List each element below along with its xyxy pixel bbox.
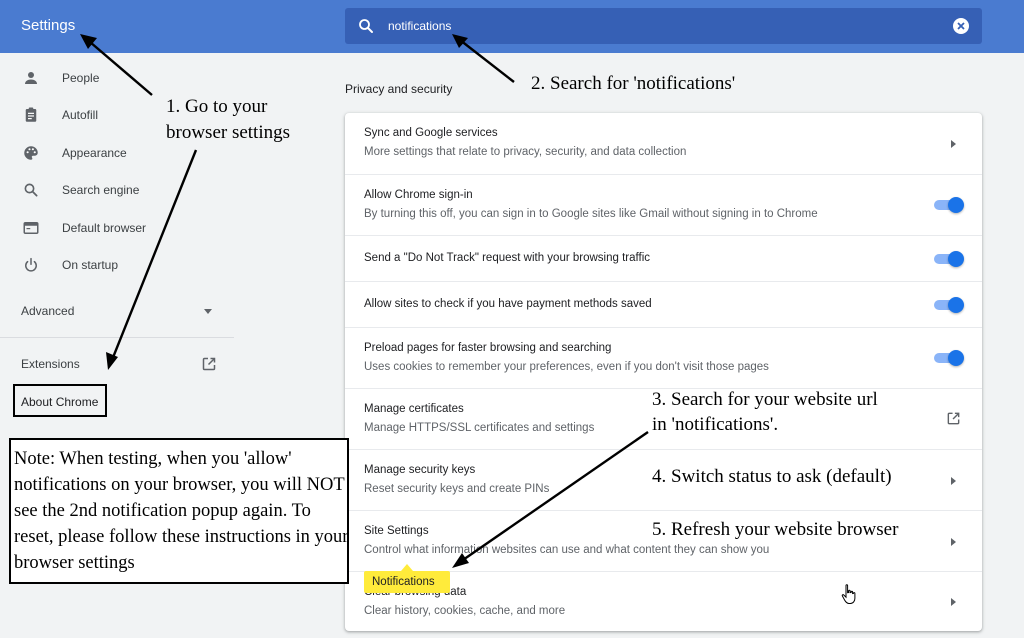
chevron-right-icon[interactable] xyxy=(951,140,956,148)
row-subtitle: Reset security keys and create PINs xyxy=(364,483,550,495)
row-subtitle: Manage HTTPS/SSL certificates and settin… xyxy=(364,422,595,434)
row-title: Site Settings xyxy=(364,525,429,537)
browser-window-icon xyxy=(23,222,39,234)
notifications-highlight-label[interactable]: Notifications xyxy=(372,576,435,588)
annotation-note-box: Note: When testing, when you 'allow' not… xyxy=(9,438,349,584)
annotation-step3-line1: 3. Search for your website url xyxy=(652,389,878,410)
row-payment-methods: Allow sites to check if you have payment… xyxy=(345,281,982,328)
search-icon xyxy=(359,19,373,33)
person-icon xyxy=(25,72,37,84)
annotation-note-text: Note: When testing, when you 'allow' not… xyxy=(14,449,349,573)
section-title: Privacy and security xyxy=(345,82,453,96)
clear-search-icon[interactable] xyxy=(953,18,969,34)
sidebar-item-label: Search engine xyxy=(62,183,140,197)
privacy-settings-card: Sync and Google services More settings t… xyxy=(345,113,982,631)
sidebar-item-label: On startup xyxy=(62,258,119,272)
sidebar-item-label: Autofill xyxy=(62,108,99,122)
chevron-right-icon[interactable] xyxy=(951,598,956,606)
row-subtitle: Uses cookies to remember your preference… xyxy=(364,361,769,373)
annotation-step2: 2. Search for 'notifications' xyxy=(531,73,736,94)
search-input[interactable]: notifications xyxy=(388,19,451,33)
row-title: Manage security keys xyxy=(364,464,476,476)
sidebar-item-label: People xyxy=(62,71,100,85)
row-preload-pages: Preload pages for faster browsing and se… xyxy=(345,327,982,389)
row-title: Sync and Google services xyxy=(364,127,498,139)
annotation-step3-line2: in 'notifications'. xyxy=(652,414,779,435)
toggle-preload-pages[interactable] xyxy=(934,350,964,366)
palette-icon xyxy=(24,146,38,160)
toggle-do-not-track[interactable] xyxy=(934,251,964,267)
sidebar-item-people[interactable]: People xyxy=(0,60,234,96)
row-title: Preload pages for faster browsing and se… xyxy=(364,342,612,354)
annotation-step1-line1: 1. Go to your xyxy=(166,96,268,117)
page-title: Settings xyxy=(21,17,76,34)
annotation-step1-line2: browser settings xyxy=(166,122,291,143)
chevron-right-icon[interactable] xyxy=(951,477,956,485)
annotation-step5: 5. Refresh your website browser xyxy=(652,517,901,543)
search-icon xyxy=(24,183,38,197)
open-in-new-icon[interactable] xyxy=(201,356,217,372)
sidebar-extensions[interactable]: Extensions xyxy=(21,357,80,371)
sidebar-item-label: Appearance xyxy=(62,146,127,160)
annotation-highlight-box xyxy=(13,384,107,417)
power-icon xyxy=(25,257,37,272)
row-title: Send a "Do Not Track" request with your … xyxy=(364,252,650,264)
open-in-new-icon[interactable] xyxy=(946,411,961,426)
annotation-step4: 4. Switch status to ask (default) xyxy=(652,464,894,490)
sidebar-advanced[interactable]: Advanced xyxy=(21,304,74,318)
row-subtitle: More settings that relate to privacy, se… xyxy=(364,146,687,158)
row-title: Allow sites to check if you have payment… xyxy=(364,298,652,310)
clipboard-icon xyxy=(25,107,37,122)
chevron-down-icon[interactable] xyxy=(204,309,212,314)
header-bar: Settings notifications xyxy=(0,0,1024,53)
row-sync-google-services[interactable]: Sync and Google services More settings t… xyxy=(345,113,982,174)
settings-search-bar[interactable]: notifications xyxy=(345,8,982,44)
chevron-right-icon[interactable] xyxy=(951,538,956,546)
row-allow-chrome-signin: Allow Chrome sign-in By turning this off… xyxy=(345,174,982,236)
row-do-not-track: Send a "Do Not Track" request with your … xyxy=(345,235,982,282)
hand-cursor-icon xyxy=(841,584,856,604)
sidebar-item-search-engine[interactable]: Search engine xyxy=(0,172,234,208)
row-subtitle: By turning this off, you can sign in to … xyxy=(364,208,818,220)
sidebar-item-on-startup[interactable]: On startup xyxy=(0,247,234,283)
sidebar-item-default-browser[interactable]: Default browser xyxy=(0,210,234,246)
sidebar-item-label: Default browser xyxy=(62,221,147,235)
row-subtitle: Clear history, cookies, cache, and more xyxy=(364,605,566,617)
row-title: Manage certificates xyxy=(364,403,464,415)
toggle-allow-signin[interactable] xyxy=(934,197,964,213)
toggle-payment-methods[interactable] xyxy=(934,297,964,313)
sidebar-divider xyxy=(0,337,234,338)
row-title: Allow Chrome sign-in xyxy=(364,189,473,201)
row-subtitle: Control what information websites can us… xyxy=(364,544,770,556)
highlight-pointer xyxy=(401,564,413,571)
